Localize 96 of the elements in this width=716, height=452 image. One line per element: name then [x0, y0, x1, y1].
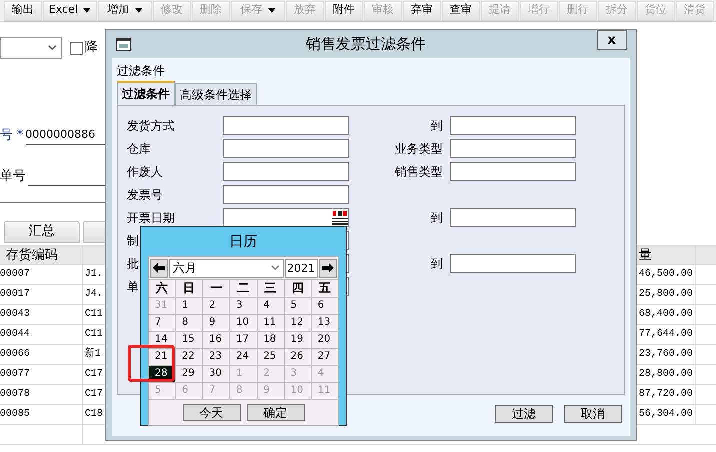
day-cell[interactable]: 25: [258, 349, 284, 365]
table-cell: 00085: [0, 405, 83, 424]
table-cell: 87,720.00: [639, 385, 696, 404]
window-title: 销售发票过滤条件: [306, 34, 426, 55]
weekday-label: 三: [258, 280, 284, 297]
day-cell[interactable]: 27: [312, 349, 338, 365]
table-cell: 46,500.00: [639, 265, 696, 284]
day-cell[interactable]: 24: [230, 349, 257, 365]
field-label: 到: [430, 118, 444, 134]
column-header: 量: [639, 246, 696, 264]
weekday-label: 五: [312, 280, 338, 297]
calendar-button[interactable]: 今天: [182, 404, 240, 421]
day-cell[interactable]: 20: [312, 332, 338, 348]
table-cell: 00017: [0, 285, 83, 304]
column-header: 存货编码: [0, 246, 83, 264]
toolbar-button[interactable]: 查审: [442, 0, 480, 20]
table-cell: 28,800.00: [639, 365, 696, 384]
table-cell-text: J1.: [84, 268, 104, 282]
field-label: 开票日期: [127, 210, 175, 226]
day-cell[interactable]: 18: [258, 332, 284, 348]
weekday-label: 六: [149, 280, 176, 297]
field-label: 批: [127, 256, 139, 272]
weekday-label: 二: [230, 280, 257, 297]
tab[interactable]: 过滤条件: [117, 81, 175, 105]
table-cell-text: C18: [84, 408, 104, 422]
day-cell[interactable]: 7: [149, 315, 176, 331]
table-cell: 00078: [0, 385, 83, 404]
day-cell[interactable]: 15: [176, 332, 202, 348]
section-label: 过滤条件: [117, 63, 166, 80]
tab[interactable]: 高级条件选择: [175, 83, 257, 105]
table-cell-text: C17: [84, 368, 104, 382]
day-cell[interactable]: 26: [284, 349, 311, 365]
field-label: 到: [430, 210, 444, 226]
toolbar-button[interactable]: 弃审: [403, 0, 441, 20]
table-cell: 23,760.00: [639, 345, 696, 364]
day-cell[interactable]: 13: [312, 315, 338, 331]
table-cell: 77,644.00: [639, 325, 696, 344]
table-cell: 00044: [0, 325, 83, 344]
field-label: 作废人: [127, 164, 163, 180]
day-cell[interactable]: 8: [176, 315, 202, 331]
tab[interactable]: 汇总: [4, 221, 80, 243]
dialog-button[interactable]: 过滤: [495, 405, 553, 423]
required-mark: *: [17, 126, 24, 144]
day-cell[interactable]: 3: [230, 298, 257, 314]
table-cell: 00043: [0, 305, 83, 324]
toolbar-button[interactable]: 附件: [325, 0, 363, 20]
field-label: 到: [430, 256, 444, 272]
day-cell[interactable]: 29: [176, 366, 202, 382]
table-cell-text: 新1: [84, 346, 102, 362]
day-cell[interactable]: 2: [203, 298, 230, 314]
table-cell-text: J4.: [84, 288, 104, 302]
field-label: 业务类型: [394, 140, 444, 158]
table-cell: 00077: [0, 365, 83, 384]
table-cell-text: C11: [84, 328, 104, 342]
field-label: 号: [0, 126, 13, 144]
day-cell[interactable]: 17: [230, 332, 257, 348]
day-cell[interactable]: 22: [176, 349, 202, 365]
table-cell: 00007: [0, 265, 83, 284]
field-label: 单号: [0, 168, 26, 186]
table-cell-text: C11: [84, 308, 104, 322]
year-field[interactable]: 2021: [285, 258, 318, 278]
day-cell[interactable]: 6: [312, 298, 338, 314]
weekday-label: 一: [203, 280, 230, 297]
table-cell: 25,800.00: [639, 285, 696, 304]
field-label: 单: [127, 278, 139, 296]
toolbar-button[interactable]: Excel: [43, 0, 97, 20]
close-button[interactable]: x: [597, 30, 627, 50]
field-label: 仓库: [127, 140, 151, 158]
day-cell[interactable]: 16: [203, 332, 230, 348]
day-cell[interactable]: 1: [176, 298, 202, 314]
day-cell[interactable]: 11: [258, 315, 284, 331]
weekday-label: 日: [176, 280, 202, 297]
field-label: 发票号: [127, 186, 163, 204]
day-cell[interactable]: 10: [230, 315, 257, 331]
table-cell: 00066: [0, 345, 83, 364]
toolbar-button[interactable]: 增加: [98, 0, 152, 20]
field-label: 销售类型: [394, 164, 444, 180]
day-cell[interactable]: 5: [284, 298, 311, 314]
field-label: 制: [127, 232, 139, 250]
calendar-title: 日历: [230, 233, 258, 252]
weekday-label: 四: [284, 280, 311, 297]
checkbox-label: 降: [85, 39, 98, 58]
day-cell[interactable]: 4: [258, 298, 284, 314]
day-cell[interactable]: 12: [284, 315, 311, 331]
dialog-button[interactable]: 取消: [564, 405, 622, 423]
day-cell[interactable]: 30: [203, 366, 230, 382]
table-cell: 68,400.00: [639, 305, 696, 324]
toolbar-button[interactable]: 输出: [4, 0, 42, 20]
day-cell[interactable]: 19: [284, 332, 311, 348]
day-cell[interactable]: 9: [203, 315, 230, 331]
table-cell-text: C17: [84, 388, 104, 402]
field-label: 发货方式: [127, 118, 175, 134]
calendar-button[interactable]: 确定: [246, 404, 304, 421]
day-cell[interactable]: 23: [203, 349, 230, 365]
month-select[interactable]: 六月: [168, 258, 284, 278]
table-cell: 56,304.00: [639, 405, 696, 424]
